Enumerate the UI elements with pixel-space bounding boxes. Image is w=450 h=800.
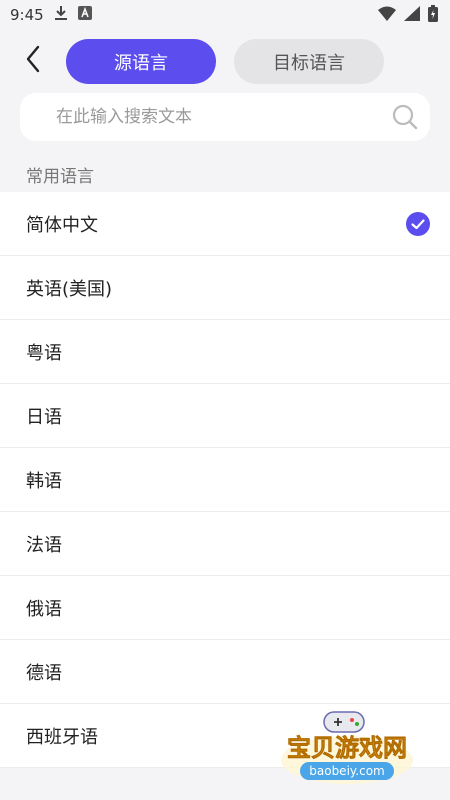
watermark-text: 宝贝游戏网 (287, 734, 407, 762)
tab-target-language[interactable]: 目标语言 (234, 39, 384, 84)
language-label: 西班牙语 (26, 726, 98, 748)
language-label: 法语 (26, 534, 62, 556)
tab-source-language[interactable]: 源语言 (66, 39, 216, 84)
search-input[interactable] (56, 107, 392, 127)
app-notification-icon (77, 6, 92, 24)
header: 源语言 目标语言 (0, 30, 450, 92)
language-item-cantonese[interactable]: 粤语 (0, 320, 450, 384)
language-label: 韩语 (26, 470, 62, 492)
signal-icon (404, 5, 420, 25)
language-item-german[interactable]: 德语 (0, 640, 450, 704)
language-item-french[interactable]: 法语 (0, 512, 450, 576)
chevron-left-icon (25, 45, 41, 77)
watermark-domain: baobeiy.com (309, 764, 384, 778)
language-item-korean[interactable]: 韩语 (0, 448, 450, 512)
checkmark-icon (406, 211, 430, 236)
language-label: 简体中文 (26, 214, 98, 236)
download-icon (54, 5, 68, 25)
language-label: 粤语 (26, 342, 62, 364)
status-time: 9:45 (10, 6, 44, 24)
language-label: 俄语 (26, 598, 62, 620)
wifi-icon (378, 6, 396, 25)
language-label: 日语 (26, 406, 62, 428)
language-item-japanese[interactable]: 日语 (0, 384, 450, 448)
language-label: 德语 (26, 662, 62, 684)
back-button[interactable] (18, 45, 48, 77)
section-title-common-languages: 常用语言 (26, 167, 94, 187)
language-item-simplified-chinese[interactable]: 简体中文 (0, 192, 450, 256)
watermark-logo: 宝贝游戏网 baobeiy.com (272, 708, 422, 788)
status-bar: 9:45 (0, 0, 450, 30)
language-item-english-us[interactable]: 英语(美国) (0, 256, 450, 320)
battery-icon (428, 4, 438, 26)
search-icon[interactable] (392, 104, 418, 130)
language-label: 英语(美国) (26, 278, 113, 300)
language-list: 简体中文 英语(美国) 粤语 日语 韩语 法语 俄语 德语 西班牙语 (0, 192, 450, 768)
language-item-russian[interactable]: 俄语 (0, 576, 450, 640)
search-bar (20, 93, 430, 141)
